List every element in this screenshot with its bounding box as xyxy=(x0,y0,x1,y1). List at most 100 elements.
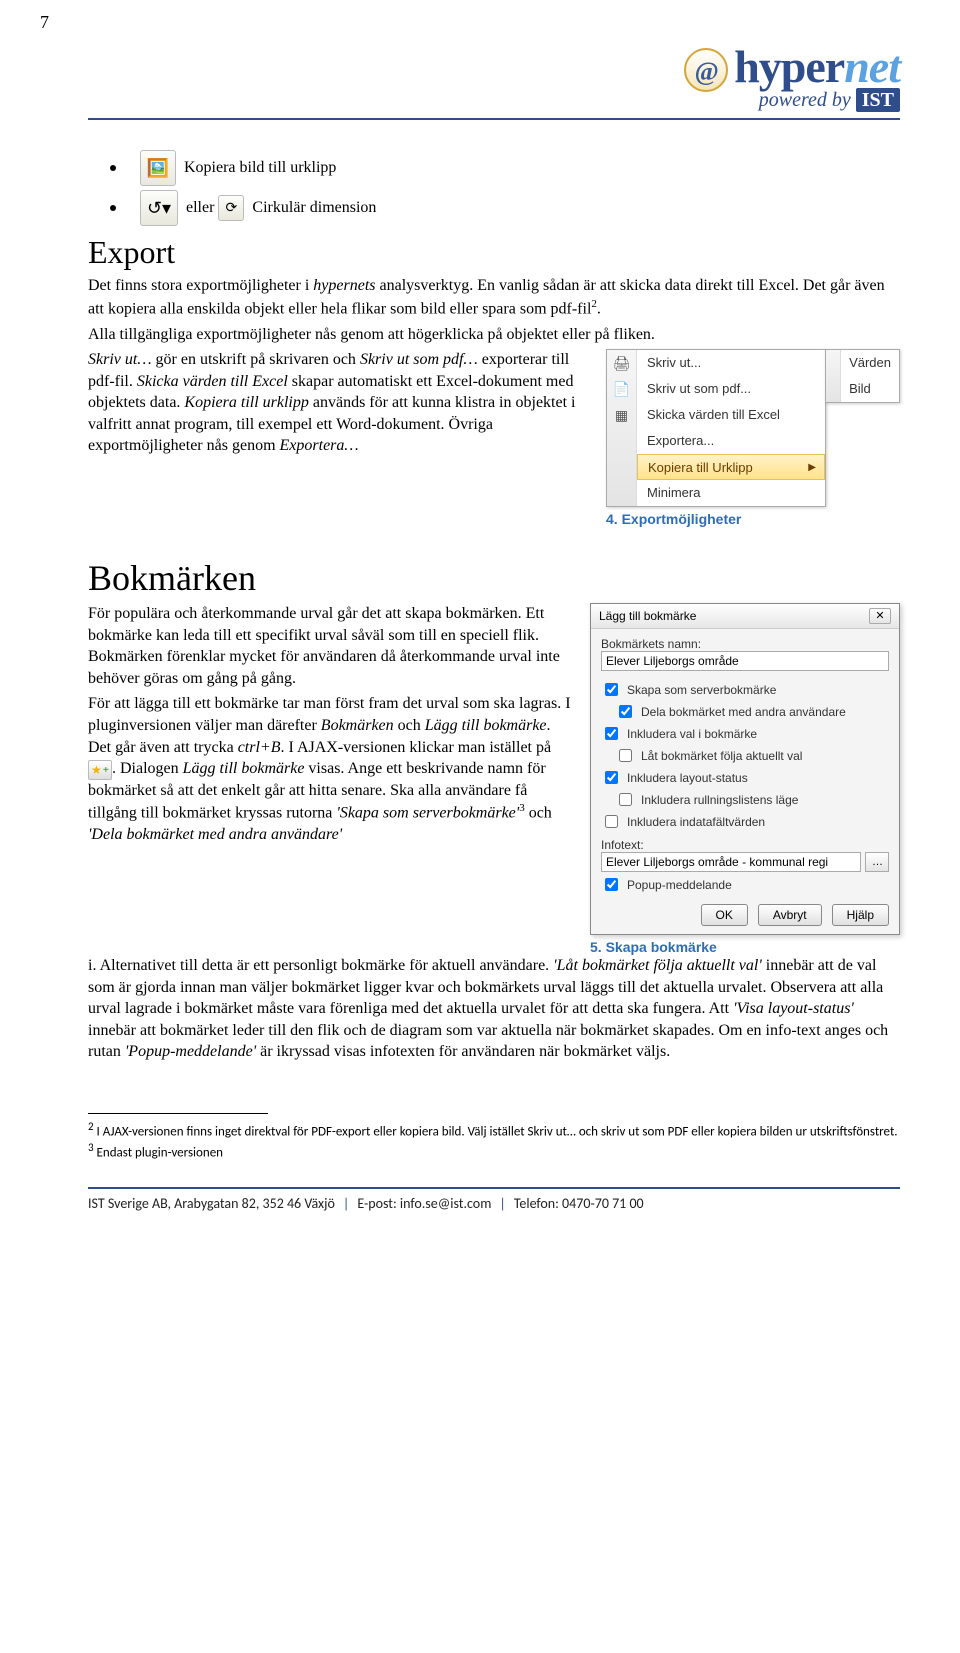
t: Bokmärken xyxy=(321,717,394,734)
bookmarks-p2: För att lägga till ett bokmärke tar man … xyxy=(88,693,572,845)
t: Lägg till bokmärke xyxy=(183,760,305,777)
t: Lägg till bokmärke xyxy=(425,717,547,734)
dimension-dropdown-icon: ↺▾ xyxy=(140,190,178,226)
context-menu[interactable]: 🖨 📄 ▦ Skriv ut... Skriv ut som pdf... Sk… xyxy=(606,349,826,507)
menu-item-copy-clipboard[interactable]: Kopiera till Urklipp xyxy=(637,454,825,480)
footer-phone: Telefon: 0470-70 71 00 xyxy=(514,1195,644,1212)
t: Skicka värden till Excel xyxy=(137,373,288,390)
footnote-divider xyxy=(88,1113,268,1114)
blank-icon xyxy=(607,428,636,454)
chk-input-values[interactable] xyxy=(605,815,618,828)
t: 'Dela bokmärket med andra användare' xyxy=(88,826,342,843)
page-footer: IST Sverige AB, Arabygatan 82, 352 46 Vä… xyxy=(88,1187,900,1212)
t: . xyxy=(597,300,601,317)
t: 'Låt bokmärket följa aktuellt val' xyxy=(553,957,762,974)
ok-button[interactable]: OK xyxy=(701,904,748,926)
ist-badge: IST xyxy=(856,88,900,112)
chk-popup[interactable] xyxy=(605,878,618,891)
menu-item-print-pdf[interactable]: Skriv ut som pdf... xyxy=(637,376,825,402)
chk-layout-status-label: Inkludera layout-status xyxy=(627,771,748,785)
add-bookmark-dialog: Lägg till bokmärke ✕ Bokmärkets namn: Sk… xyxy=(590,603,900,935)
t: gör en utskrift på skrivaren och xyxy=(152,351,360,368)
chk-scroll-pos-label: Inkludera rullningslistens läge xyxy=(641,793,798,807)
footer-address: IST Sverige AB, Arabygatan 82, 352 46 Vä… xyxy=(88,1195,335,1212)
chk-share-bookmark[interactable] xyxy=(619,705,632,718)
blank-icon xyxy=(826,376,840,402)
infotext-input[interactable] xyxy=(601,852,861,872)
t: 'Popup-meddelande' xyxy=(125,1043,256,1060)
t: Exportera… xyxy=(280,437,359,454)
t: . I AJAX-versionen klickar man istället … xyxy=(281,739,552,756)
export-access: Alla tillgängliga exportmöjligheter nås … xyxy=(88,324,900,346)
menu-item-send-excel[interactable]: Skicka värden till Excel xyxy=(637,402,825,428)
logo-hyper: hyper xyxy=(734,41,844,92)
export-intro: Det finns stora exportmöjligheter i hype… xyxy=(88,275,900,320)
menu-item-print[interactable]: Skriv ut... xyxy=(637,350,825,376)
pdf-icon: 📄 xyxy=(607,376,636,402)
t: . Dialogen xyxy=(112,760,183,777)
blank-icon xyxy=(607,454,636,480)
bookmark-add-icon xyxy=(88,760,112,780)
bullet-list: 🖼️ Kopiera bild till urklipp ↺▾ eller ⟳ … xyxy=(110,150,900,226)
chk-share-bookmark-label: Dela bokmärket med andra användare xyxy=(641,705,846,719)
bookmarks-heading: Bokmärken xyxy=(88,557,900,599)
t: I AJAX-versionen finns inget direktval f… xyxy=(97,1124,898,1139)
excel-icon: ▦ xyxy=(607,402,636,428)
export-heading: Export xyxy=(88,234,900,271)
t: och xyxy=(394,717,425,734)
blank-icon xyxy=(607,480,636,506)
t: hypernets xyxy=(313,277,375,294)
close-icon[interactable]: ✕ xyxy=(869,608,891,624)
logo-net: net xyxy=(844,41,900,92)
figure-5-caption: 5. Skapa bokmärke xyxy=(590,939,900,955)
bullet-2-mid: eller xyxy=(186,199,214,217)
help-button[interactable]: Hjälp xyxy=(832,904,889,926)
export-detail: Skriv ut… gör en utskrift på skrivaren o… xyxy=(88,349,588,457)
bullet-1-text: Kopiera bild till urklipp xyxy=(184,159,336,177)
logo-icon xyxy=(684,48,728,92)
chk-follow-selection[interactable] xyxy=(619,749,632,762)
t: Det finns stora exportmöjligheter i xyxy=(88,277,313,294)
t: Kopiera till urklipp xyxy=(184,394,308,411)
bookmarks-p1: För populära och återkommande urval går … xyxy=(88,603,572,689)
footnote-3: 3 Endast plugin-versionen xyxy=(88,1141,900,1162)
figure-4-caption: 4. Exportmöjligheter xyxy=(606,511,900,527)
context-submenu[interactable]: Värden Bild xyxy=(825,349,900,403)
logo-block: hypernet powered by IST xyxy=(88,40,900,112)
t: är ikryssad visas infotexten för använda… xyxy=(256,1043,670,1060)
copy-image-icon: 🖼️ xyxy=(140,150,176,186)
bullet-dot xyxy=(110,205,116,211)
menu-item-export[interactable]: Exportera... xyxy=(637,428,825,454)
infotext-label: Infotext: xyxy=(601,838,644,852)
chk-scroll-pos[interactable] xyxy=(619,793,632,806)
submenu-item-values[interactable]: Värden xyxy=(841,350,899,376)
t: 'Skapa som serverbokmärke' xyxy=(336,805,519,822)
powered-text: powered by xyxy=(759,89,851,111)
t: i. Alternativet till detta är ett person… xyxy=(88,957,553,974)
chk-layout-status[interactable] xyxy=(605,771,618,784)
t: ctrl+B xyxy=(238,739,281,756)
blank-icon xyxy=(826,350,840,376)
dialog-title: Lägg till bokmärke xyxy=(599,609,696,623)
chk-include-selection[interactable] xyxy=(605,727,618,740)
bullet-2-end: Cirkulär dimension xyxy=(252,199,376,217)
t: Endast plugin-versionen xyxy=(97,1146,223,1161)
chk-input-values-label: Inkludera indatafältvärden xyxy=(627,815,765,829)
chk-popup-label: Popup-meddelande xyxy=(627,878,732,892)
footnote-2: 2 I AJAX-versionen finns inget direktval… xyxy=(88,1120,900,1141)
menu-item-minimize[interactable]: Minimera xyxy=(637,480,825,506)
chk-server-bookmark-label: Skapa som serverbokmärke xyxy=(627,683,776,697)
submenu-item-image[interactable]: Bild xyxy=(841,376,899,402)
t: och xyxy=(525,805,552,822)
infotext-browse-button[interactable]: … xyxy=(865,852,889,872)
chk-server-bookmark[interactable] xyxy=(605,683,618,696)
bookmark-name-input[interactable] xyxy=(601,651,889,671)
chk-include-selection-label: Inkludera val i bokmärke xyxy=(627,727,757,741)
t: Skriv ut som pdf… xyxy=(360,351,478,368)
bullet-dot xyxy=(110,165,116,171)
footer-email: E-post: info.se@ist.com xyxy=(357,1195,491,1212)
cancel-button[interactable]: Avbryt xyxy=(758,904,822,926)
chk-follow-selection-label: Låt bokmärket följa aktuellt val xyxy=(641,749,802,763)
page-number: 7 xyxy=(40,12,49,33)
bookmarks-p2-cont: i. Alternativet till detta är ett person… xyxy=(88,955,900,1063)
